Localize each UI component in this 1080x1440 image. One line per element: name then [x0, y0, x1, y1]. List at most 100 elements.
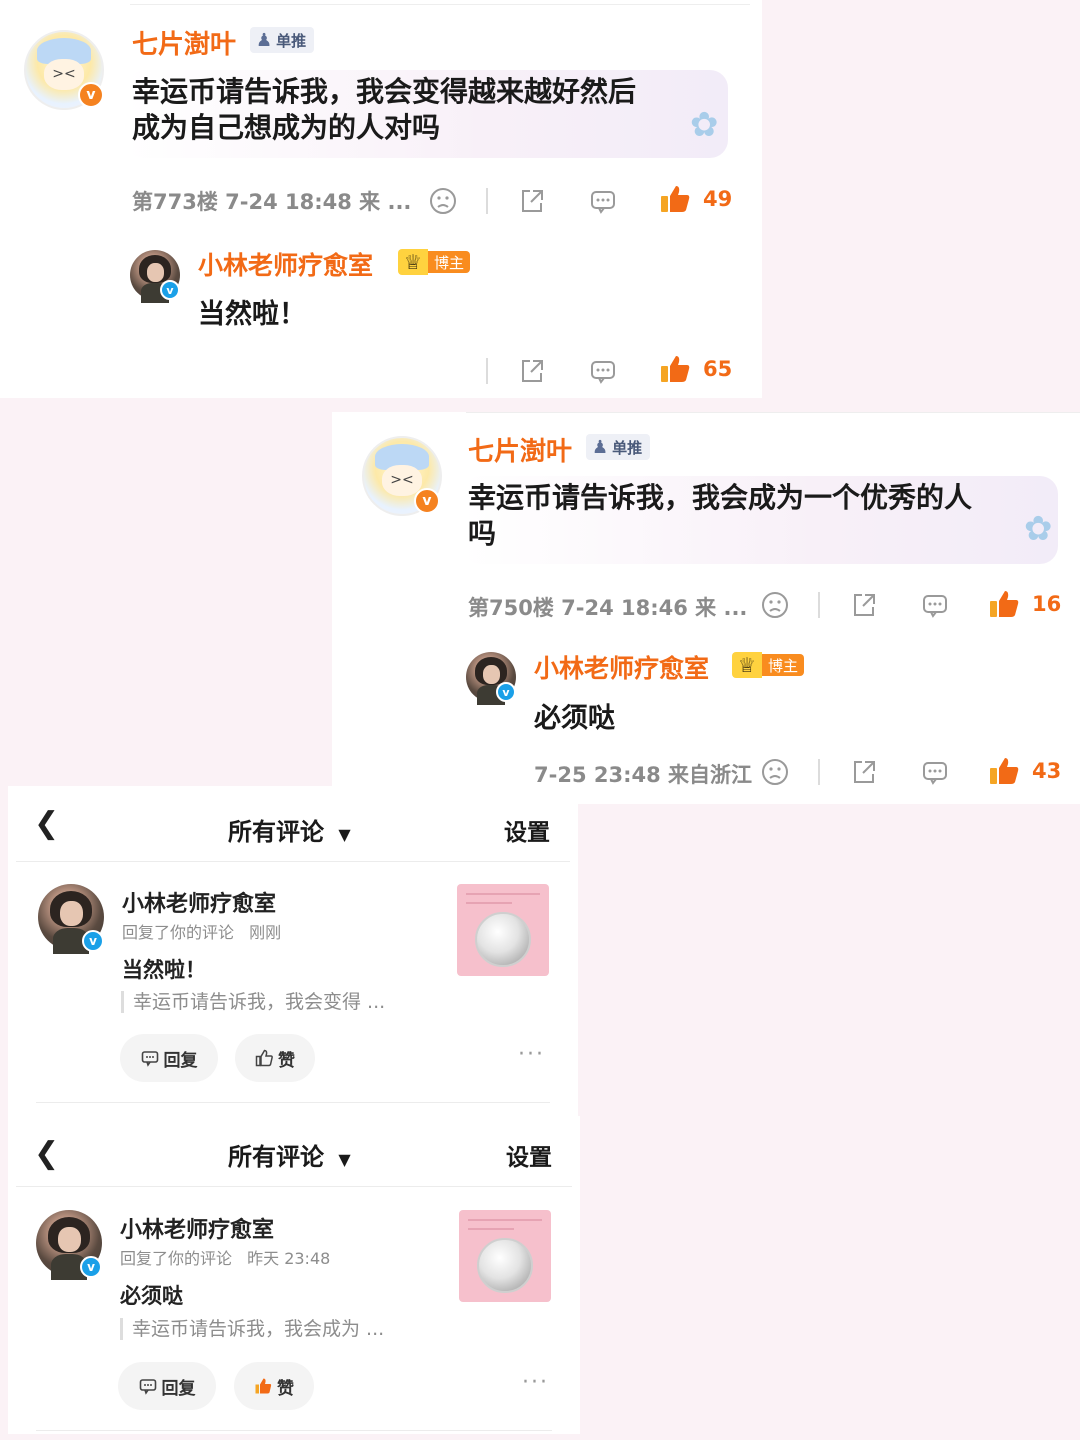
notification-body[interactable]: 当然啦！	[122, 954, 206, 984]
notification-time: 昨天 23:48	[247, 1249, 331, 1268]
comment-text[interactable]: 幸运币请告诉我，我会变得越来越好然后 成为自己想成为的人对吗	[126, 70, 728, 158]
comment-icon[interactable]	[588, 356, 618, 386]
back-icon[interactable]: ❮	[34, 806, 59, 841]
comment-text-line2: 吗	[468, 517, 497, 550]
reply-button[interactable]: 回复	[120, 1034, 218, 1082]
lucky-coin-image	[477, 1237, 533, 1293]
fan-badge: ♟ 单推	[586, 434, 651, 460]
like-icon[interactable]	[988, 588, 1020, 620]
fan-badge: ♟ 单推	[250, 27, 315, 53]
like-count: 65	[703, 357, 733, 381]
reply-meta: 7-25 23:48 来自浙江	[534, 763, 753, 787]
caret-down-icon: ▼	[338, 825, 351, 844]
comment-icon	[139, 1379, 156, 1395]
caret-down-icon: ▼	[338, 1150, 351, 1169]
filter-dropdown[interactable]: 所有评论 ▼	[228, 812, 351, 847]
fan-badge-label: 单推	[276, 31, 307, 50]
notification-action: 回复了你的评论	[120, 1249, 233, 1268]
thumbs-up-icon	[255, 1049, 273, 1067]
notification-author-name[interactable]: 小林老师疗愈室	[122, 886, 276, 918]
divider	[486, 358, 488, 384]
like-icon[interactable]	[659, 353, 691, 385]
quoted-comment[interactable]: 幸运币请告诉我，我会成为 ...	[120, 1318, 384, 1340]
like-count: 43	[1032, 759, 1062, 783]
reply-label: 回复	[161, 1378, 196, 1399]
header-bar: ❮ 所有评论 ▼ 设置	[8, 786, 578, 846]
top-divider	[466, 412, 1080, 413]
top-divider	[130, 4, 750, 5]
divider	[486, 188, 488, 214]
divider	[818, 592, 820, 618]
header-bar: ❮ 所有评论 ▼ 设置	[8, 1116, 580, 1176]
item-divider	[36, 1102, 550, 1103]
reply-text[interactable]: 必须哒	[534, 696, 615, 735]
kitty-sticker-icon: ✿	[1024, 509, 1053, 549]
comment-text-line1: 幸运币请告诉我，我会变得越来越好然后	[132, 75, 637, 108]
verified-icon: v	[496, 682, 516, 702]
like-count: 16	[1032, 592, 1062, 616]
like-icon[interactable]	[988, 755, 1020, 787]
settings-button[interactable]: 设置	[506, 1138, 552, 1172]
share-icon[interactable]	[517, 356, 547, 386]
comment-icon[interactable]	[920, 590, 950, 620]
comment-meta: 第750楼 7-24 18:46 来 ...	[468, 596, 748, 620]
header-divider	[16, 1186, 572, 1187]
host-badge-label: 博主	[762, 654, 805, 676]
comment-icon[interactable]	[920, 757, 950, 787]
back-icon[interactable]: ❮	[34, 1136, 59, 1171]
dislike-icon[interactable]	[428, 186, 458, 216]
filter-dropdown[interactable]: 所有评论 ▼	[228, 1137, 351, 1172]
reply-label: 回复	[163, 1050, 198, 1071]
notification-author-name[interactable]: 小林老师疗愈室	[120, 1212, 274, 1244]
more-icon[interactable]: ···	[522, 1370, 549, 1395]
crown-icon: ♕	[398, 249, 428, 275]
notification-subtitle: 回复了你的评论 昨天 23:48	[120, 1245, 330, 1269]
like-button[interactable]: 赞	[235, 1034, 315, 1082]
fan-badge-label: 单推	[612, 438, 643, 457]
settings-button[interactable]: 设置	[504, 813, 550, 847]
reply-author-name[interactable]: 小林老师疗愈室	[198, 246, 373, 282]
item-divider	[36, 1430, 552, 1431]
comment-text[interactable]: 幸运币请告诉我，我会成为一个优秀的人 吗	[462, 476, 1058, 564]
comment-author-name[interactable]: 七片澍叶	[132, 24, 236, 61]
dislike-icon[interactable]	[760, 590, 790, 620]
comment-meta: 第773楼 7-24 18:48 来 ...	[132, 190, 412, 214]
person-icon: ♟	[256, 29, 273, 51]
comment-text-line1: 幸运币请告诉我，我会成为一个优秀的人	[468, 481, 973, 514]
notification-panel-1: ❮ 所有评论 ▼ 设置 v 小林老师疗愈室 回复了你的评论 刚刚 当然啦！ 幸运…	[8, 786, 578, 1116]
post-thumbnail[interactable]	[459, 1210, 551, 1302]
notification-time: 刚刚	[249, 923, 282, 942]
like-label: 赞	[277, 1378, 294, 1399]
post-thumbnail[interactable]	[457, 884, 549, 976]
like-icon[interactable]	[659, 183, 691, 215]
comment-author-name[interactable]: 七片澍叶	[468, 431, 572, 468]
comment-text-line2: 成为自己想成为的人对吗	[132, 111, 441, 144]
crown-icon: ♕	[732, 652, 762, 678]
reply-text[interactable]: 当然啦！	[198, 292, 306, 331]
reply-author-name[interactable]: 小林老师疗愈室	[534, 649, 709, 685]
comment-icon[interactable]	[588, 186, 618, 216]
dislike-icon[interactable]	[760, 757, 790, 787]
reply-button[interactable]: 回复	[118, 1362, 216, 1410]
person-icon: ♟	[592, 436, 609, 458]
notification-panel-2: ❮ 所有评论 ▼ 设置 v 小林老师疗愈室 回复了你的评论 昨天 23:48 必…	[8, 1116, 580, 1434]
verified-icon: v	[160, 280, 180, 300]
host-badge: ♕ 博主	[732, 652, 805, 678]
quoted-comment[interactable]: 幸运币请告诉我，我会变得 ...	[121, 991, 385, 1013]
verified-icon: v	[414, 488, 440, 514]
header-divider	[16, 861, 570, 862]
share-icon[interactable]	[517, 186, 547, 216]
notification-body[interactable]: 必须哒	[120, 1280, 183, 1310]
host-badge: ♕ 博主	[398, 249, 471, 275]
like-button[interactable]: 赞	[234, 1362, 314, 1410]
more-icon[interactable]: ···	[518, 1042, 545, 1067]
verified-icon: v	[82, 930, 104, 952]
verified-icon: v	[78, 82, 104, 108]
filter-label: 所有评论	[228, 1143, 324, 1171]
like-count: 49	[703, 187, 733, 211]
share-icon[interactable]	[849, 757, 879, 787]
thumbs-up-icon	[255, 1378, 272, 1394]
verified-icon: v	[80, 1256, 102, 1278]
share-icon[interactable]	[849, 590, 879, 620]
kitty-sticker-icon: ✿	[690, 105, 719, 145]
